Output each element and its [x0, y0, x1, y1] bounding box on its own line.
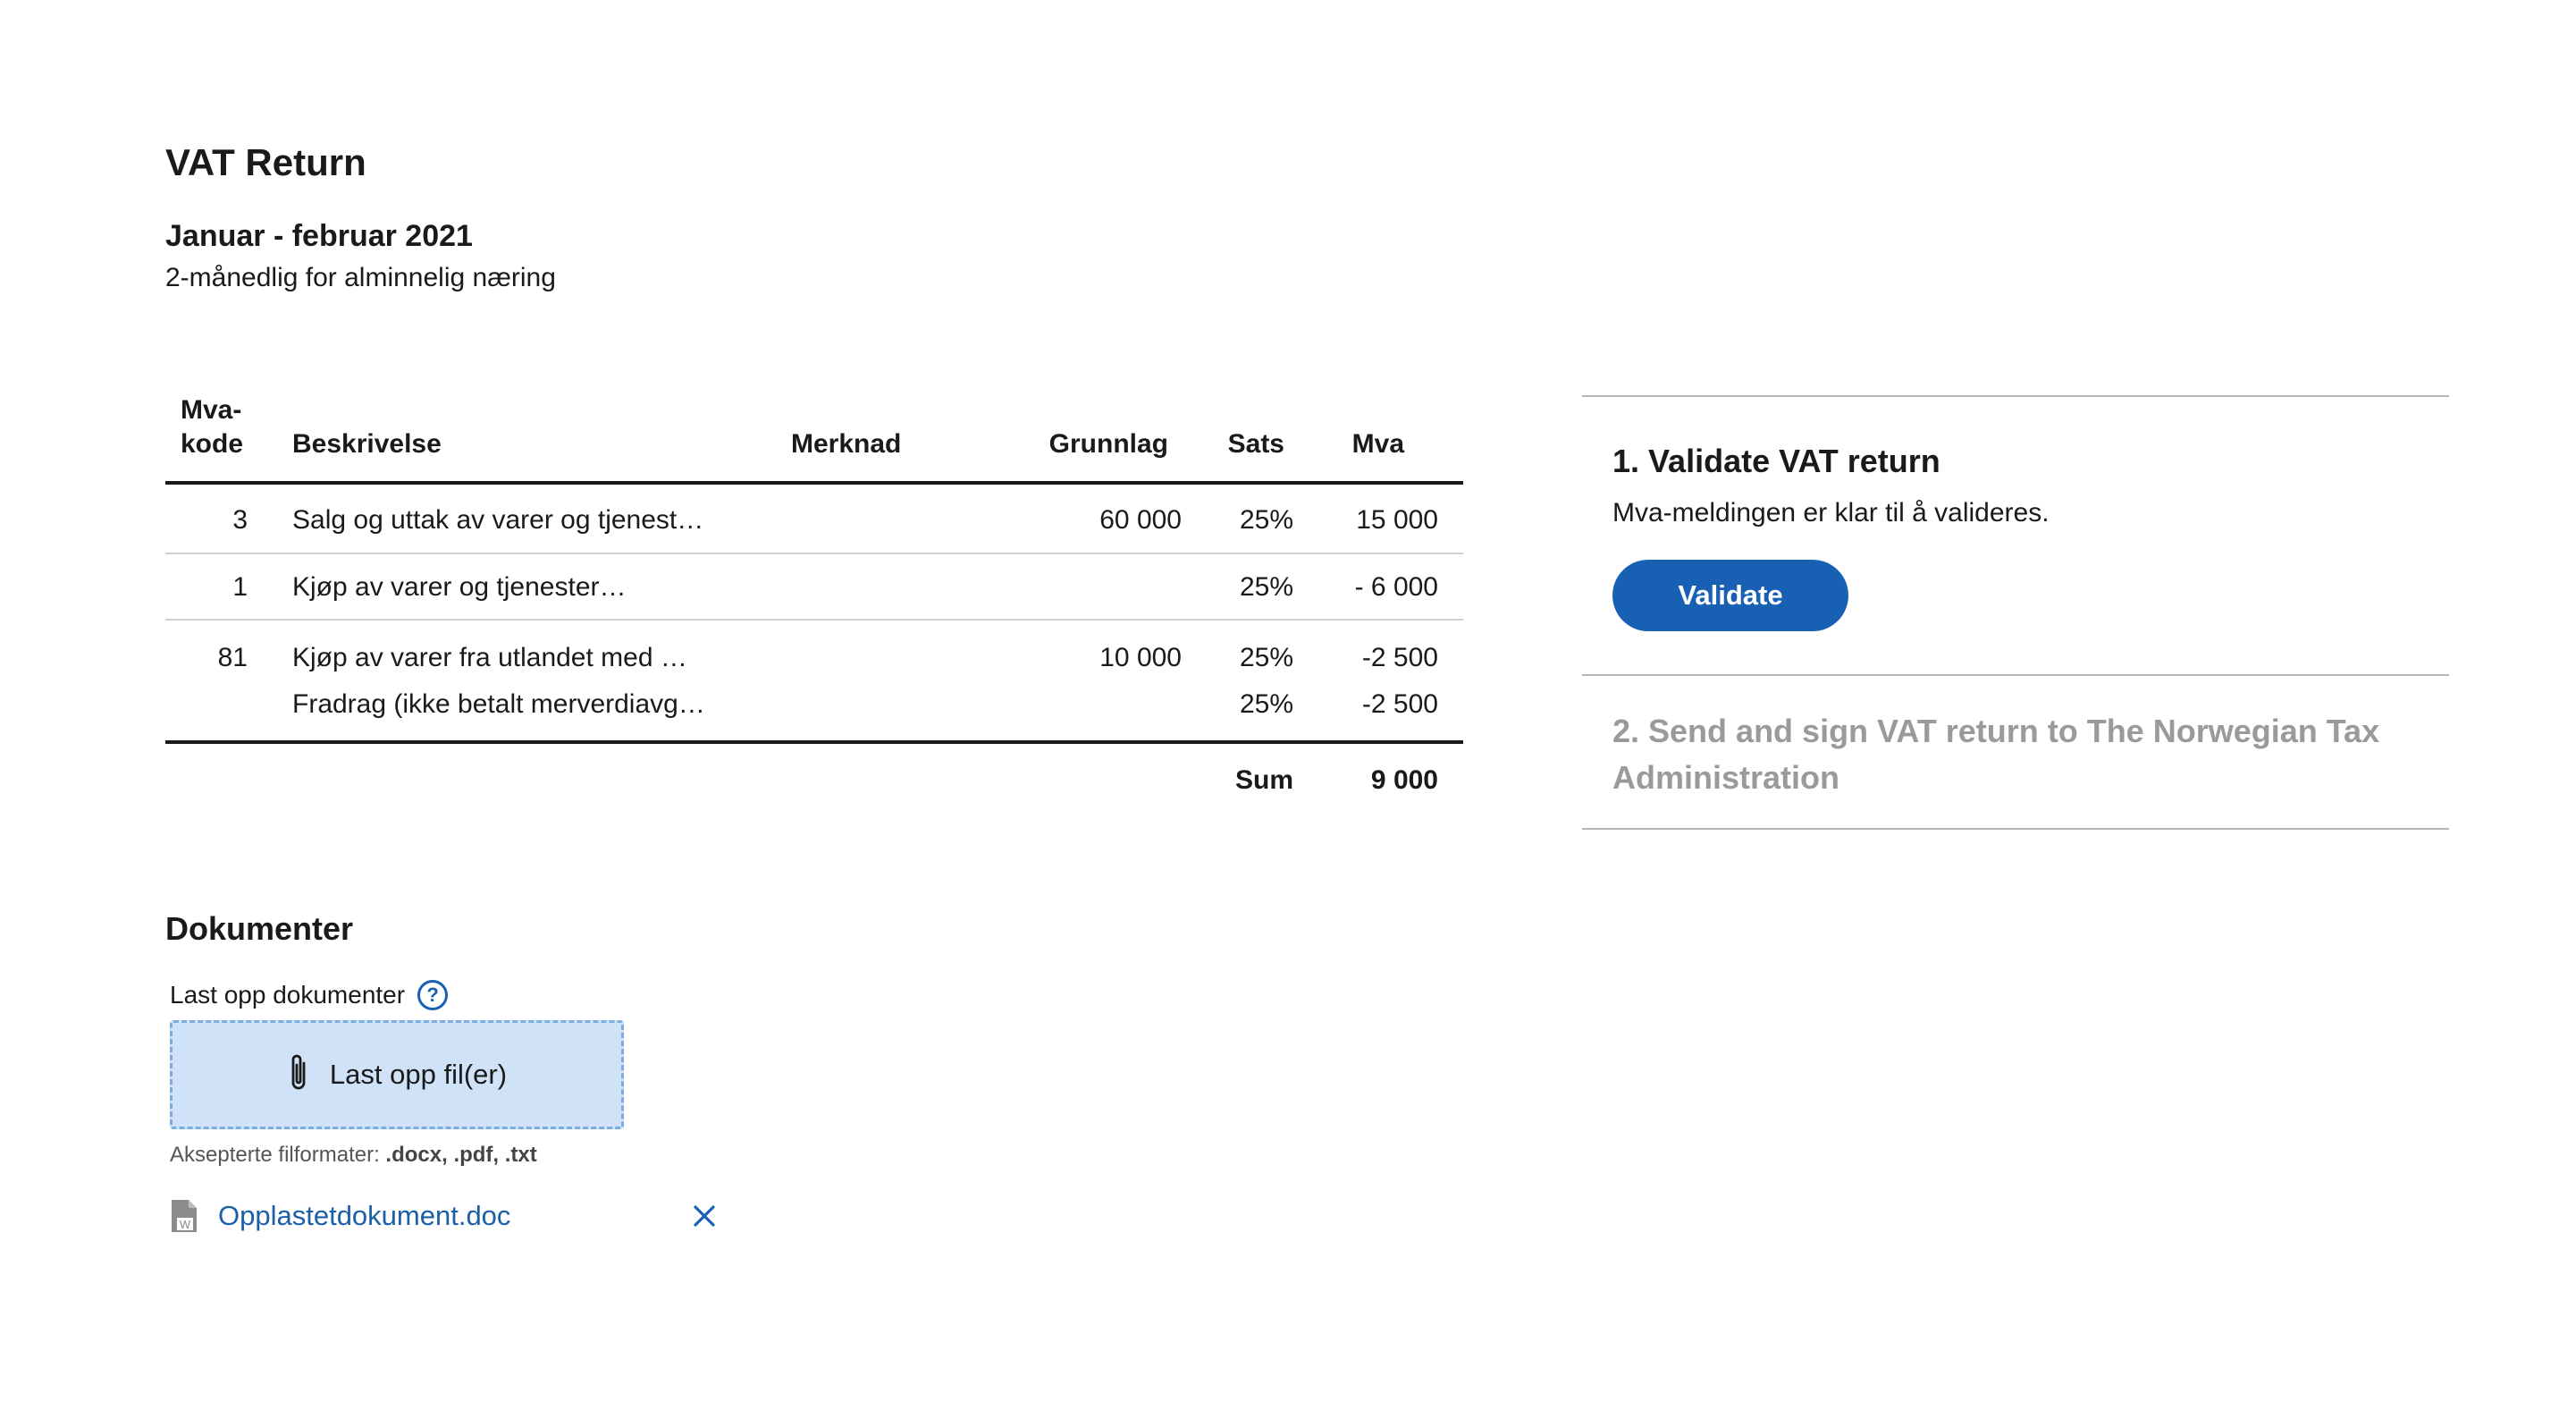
page-title: VAT Return — [165, 141, 366, 183]
steps-panel: 1. Validate VAT return Mva-meldingen er … — [1582, 395, 2449, 830]
period-title: Januar - februar 2021 — [165, 219, 473, 253]
cell-sats: 25% — [1239, 643, 1293, 672]
column-header-sats: Sats — [1227, 429, 1284, 459]
cell-sub-mva: -2 500 — [1361, 689, 1438, 719]
sum-row: Sum 9 000 — [165, 744, 1463, 815]
cell-beskrivelse: Kjøp av varer fra utlandet med … — [292, 643, 687, 672]
accepted-formats-prefix: Aksepterte filformater: — [170, 1143, 380, 1167]
accepted-formats-list: .docx, .pdf, .txt — [385, 1143, 537, 1167]
question-circle-icon[interactable]: ? — [417, 980, 449, 1010]
sum-value: 9 000 — [1370, 765, 1438, 795]
paperclip-icon — [287, 1052, 310, 1098]
svg-text:W: W — [180, 1218, 191, 1231]
cell-mva: 15 000 — [1356, 505, 1438, 535]
cell-kode: 81 — [217, 643, 248, 672]
step-title: 1. Validate VAT return — [1612, 443, 1940, 479]
validate-button[interactable]: Validate — [1612, 560, 1848, 631]
table-row: 81 Kjøp av varer fra utlandet med … 10 0… — [165, 621, 1463, 744]
step-title: 2. Send and sign VAT return to The Norwe… — [1612, 713, 2380, 796]
step-description: Mva-meldingen er klar til å valideres. — [1612, 498, 2050, 528]
cell-kode: 1 — [232, 572, 248, 602]
column-header-mva: Mva — [1351, 429, 1404, 459]
cell-sub-sats: 25% — [1239, 689, 1293, 719]
word-document-icon: W — [170, 1198, 198, 1234]
table-row: 3 Salg og uttak av varer og tjenest… 60 … — [165, 485, 1463, 554]
column-header-beskrivelse: Beskrivelse — [292, 429, 442, 459]
vat-table: Mva- kode Beskrivelse Merknad Grunnlag S… — [165, 393, 1463, 815]
cell-sats: 25% — [1239, 572, 1293, 602]
cell-beskrivelse: Salg og uttak av varer og tjenest… — [292, 505, 704, 535]
step-validate: 1. Validate VAT return Mva-meldingen er … — [1582, 395, 2449, 674]
sum-label: Sum — [1234, 765, 1293, 795]
cell-mva: -2 500 — [1361, 643, 1438, 672]
upload-label: Last opp dokumenter ? — [170, 980, 449, 1010]
uploaded-file-link[interactable]: Opplastetdokument.doc — [218, 1200, 510, 1232]
column-header-kode-line2: kode — [181, 429, 244, 459]
cell-sats: 25% — [1239, 505, 1293, 535]
vat-return-page: VAT Return Januar - februar 2021 2-måned… — [0, 0, 2576, 1427]
cell-grunnlag: 10 000 — [1099, 643, 1182, 672]
upload-label-text: Last opp dokumenter — [170, 981, 406, 1009]
column-header-kode-line1: Mva- — [181, 395, 242, 425]
table-row: 1 Kjøp av varer og tjenester… 25% - 6 00… — [165, 554, 1463, 621]
documents-title: Dokumenter — [165, 910, 354, 947]
table-header: Mva- kode Beskrivelse Merknad Grunnlag S… — [165, 393, 1463, 485]
upload-dropzone[interactable]: Last opp fil(er) — [170, 1020, 624, 1129]
uploaded-file-item: W Opplastetdokument.doc — [170, 1195, 720, 1237]
cell-mva: - 6 000 — [1354, 572, 1438, 602]
period-subtitle: 2-månedlig for alminnelig næring — [165, 263, 556, 292]
cell-sub-beskrivelse: Fradrag (ikke betalt merverdiavg… — [292, 689, 705, 719]
cell-grunnlag: 60 000 — [1099, 505, 1182, 535]
cell-beskrivelse: Kjøp av varer og tjenester… — [292, 572, 627, 602]
cell-kode: 3 — [232, 505, 248, 535]
column-header-kode: Mva- kode — [181, 393, 270, 461]
column-header-merknad: Merknad — [791, 429, 902, 459]
column-header-grunnlag: Grunnlag — [1048, 429, 1168, 459]
close-icon[interactable] — [688, 1200, 720, 1232]
accepted-formats: Aksepterte filformater: .docx, .pdf, .tx… — [170, 1143, 537, 1168]
step-send-and-sign: 2. Send and sign VAT return to The Norwe… — [1582, 674, 2449, 830]
upload-button-label: Last opp fil(er) — [329, 1059, 508, 1090]
